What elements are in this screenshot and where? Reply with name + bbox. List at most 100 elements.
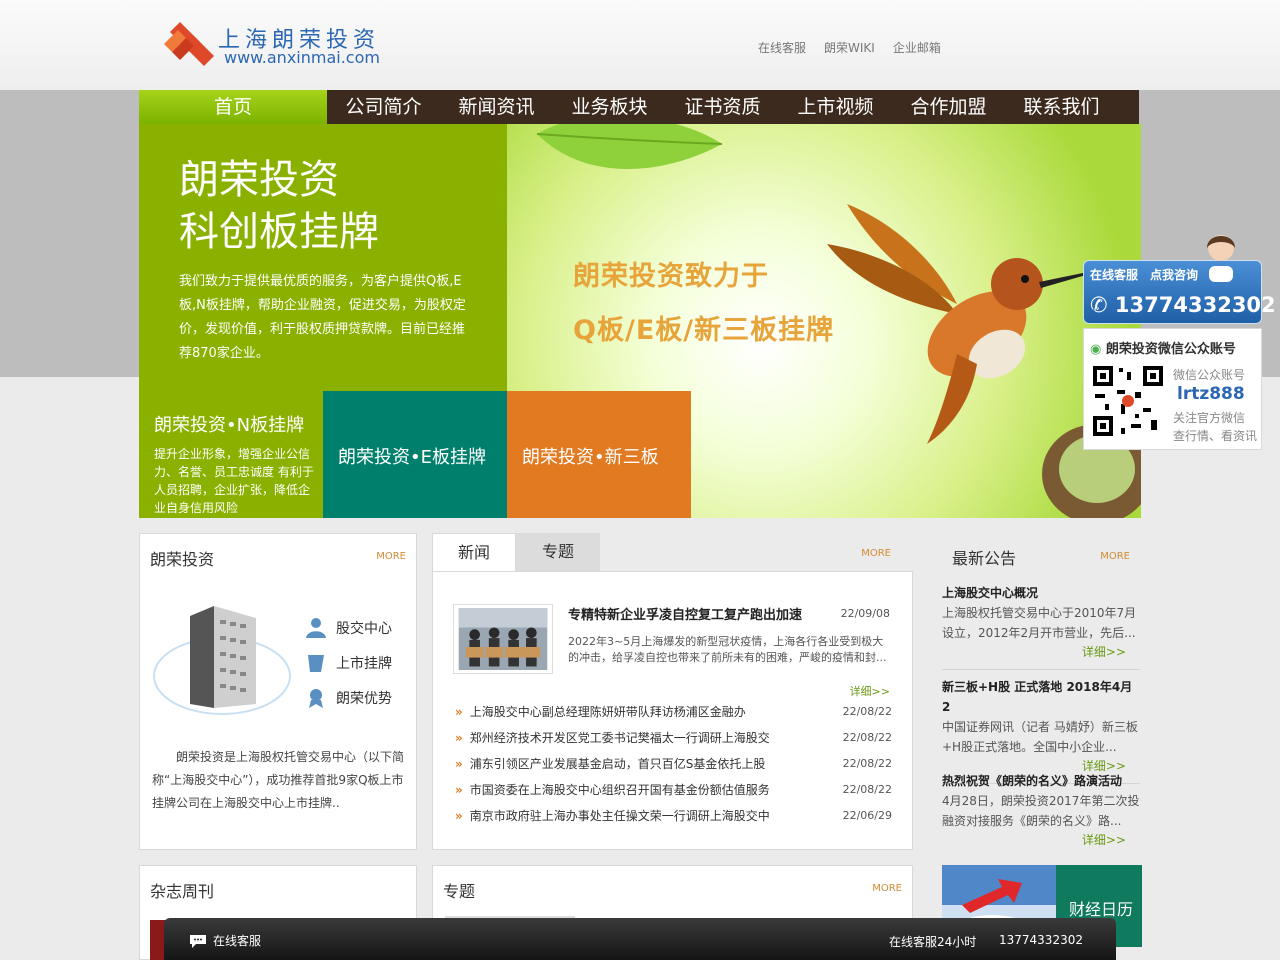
support-agent-avatar [1207,235,1235,282]
bottom-service-bar: 在线客服 在线客服24小时 13774332302 [164,918,1116,960]
news-item-title: 郑州经济技术开发区党工委书记樊福太一行调研上海股交 [469,731,770,745]
nav-franchise[interactable]: 合作加盟 [892,90,1005,124]
tile-new-third-board[interactable]: 朗荣投资•新三板 [507,391,691,518]
finance-calendar-label: 财经日历 [1069,900,1134,919]
intro-link-listing[interactable]: 上市挂牌 [305,645,392,680]
site-logo[interactable]: 上海朗荣投资 www.anxinmai.com [160,18,400,70]
side-consult-widget[interactable]: 在线客服 点我咨询 ✆ 13774332302 [1083,230,1276,326]
logo-mark-icon [164,22,214,66]
notices-more-link[interactable]: MORE [1100,551,1130,562]
featured-news-image[interactable] [453,604,553,674]
news-body: 专精特新企业孚凌自控复工复产跑出加速 22/09/08 2022年3~5月上海爆… [432,571,913,850]
company-intro-panel: 朗荣投资 MORE 股交中心 上市挂牌 朗荣优势 朗荣投资是上海股权托管交易中心… [139,533,417,850]
arrow-icon: » [455,731,463,745]
notice-item-title: 上海股交中心概况 [942,586,1039,600]
tile-n-board[interactable]: 朗荣投资•N板挂牌 提升企业形象，增强企业公信力、名誉、员工忠诚度 有利于人员招… [139,391,323,518]
hero-slogan: 朗荣投资致力于 Q板/E板/新三板挂牌 [573,250,834,358]
hero-banner: 朗荣投资致力于 Q板/E板/新三板挂牌 朗荣投资 科创板挂牌 我们致力于提供最优… [139,124,1141,518]
qr-code-image [1091,364,1165,438]
news-list-item[interactable]: » 浦东引领区产业发展基金启动，首只百亿S基金依托上股 22/08/22 [455,751,892,777]
notice-item-desc: 中国证券网讯（记者 马婧妤）新三板+H股正式落地。全国中小企业... [942,720,1138,754]
topics-more-link[interactable]: MORE [872,883,902,894]
company-intro-more-link[interactable]: MORE [376,551,406,562]
arrow-icon: » [455,705,463,719]
hero-intro: 朗荣投资 科创板挂牌 我们致力于提供最优质的服务，为客户提供Q板,E板,N板挂牌… [139,124,507,391]
nav-company[interactable]: 公司简介 [327,90,440,124]
nav-news[interactable]: 新闻资讯 [440,90,553,124]
tab-news[interactable]: 新闻 [432,533,516,572]
notice-item-desc: 上海股权托管交易中心于2010年7月设立，2012年2月开市营业，先后... [942,606,1137,640]
tab-topics[interactable]: 专题 [516,533,600,571]
latest-notices: 最新公告 MORE 上海股交中心概况 上海股权托管交易中心于2010年7月设立，… [942,533,1140,853]
bottom-service-hours: 在线客服24小时 [889,935,977,949]
hero-title-line2: 科创板挂牌 [179,209,379,255]
featured-news-title[interactable]: 专精特新企业孚凌自控复工复产跑出加速 [568,604,802,623]
nav-videos[interactable]: 上市视频 [779,90,892,124]
company-intro-text: 朗荣投资是上海股权托管交易中心（以下简称“上海股交中心”），成功推荐首批9家Q板… [152,750,405,810]
company-intro-links: 股交中心 上市挂牌 朗荣优势 [305,610,392,715]
phone-icon: ✆ [1090,293,1108,317]
nav-business[interactable]: 业务板块 [553,90,666,124]
logo-text-en: www.anxinmai.com [224,48,380,67]
top-link-email[interactable]: 企业邮箱 [893,39,941,56]
intro-link-label: 股交中心 [336,620,392,637]
intro-link-exchange-center[interactable]: 股交中心 [305,610,392,645]
wechat-title-text: 朗荣投资微信公众账号 [1105,342,1236,357]
bottom-service-phone[interactable]: 13774332302 [999,933,1083,947]
intro-link-advantages[interactable]: 朗荣优势 [305,680,392,715]
bottom-online-service-label: 在线客服 [213,934,262,948]
featured-news-desc: 2022年3~5月上海爆发的新型冠状疫情，上海各行各业受到极大的冲击，给孚凌自控… [568,635,887,664]
news-list-item[interactable]: » 南京市政府驻上海办事处主任操文荣一行调研上海股交中 22/06/29 [455,803,892,829]
news-tabs: 新闻 专题 [432,533,600,572]
arrow-icon: » [455,809,463,823]
medal-icon [309,688,323,708]
tile-e-title: 朗荣投资•E板挂牌 [338,447,486,468]
news-item-title: 南京市政府驻上海办事处主任操文荣一行调研上海股交中 [469,809,770,823]
featured-news-date: 22/09/08 [840,607,890,620]
featured-news-more-link[interactable]: 详细>> [850,683,890,699]
notice-item[interactable]: 热烈祝贺《朗荣的名义》路演活动 4月28日，朗荣投资2017年第二次投融资对接服… [942,771,1140,857]
arrow-icon: » [455,757,463,771]
intro-link-label: 朗荣优势 [336,690,392,707]
top-link-online-service[interactable]: 在线客服 [758,39,806,56]
bottom-online-service-button[interactable]: 在线客服 [188,932,261,949]
notice-item[interactable]: 新三板+H股 正式落地 2018年4月2 中国证券网讯（记者 马婧妤）新三板+H… [942,677,1140,784]
site-header: 上海朗荣投资 www.anxinmai.com 在线客服 朗荣WIKI 企业邮箱 [0,0,1280,90]
wechat-note: 关注官方微信 查行情、看资讯 [1173,409,1257,445]
chat-bubble-icon [190,934,206,948]
news-item-title: 市国资委在上海股交中心组织召开国有基金份额估值服务 [469,783,770,797]
arrow-icon: » [455,783,463,797]
news-item-date: 22/08/22 [842,783,892,796]
news-item-date: 22/08/22 [842,731,892,744]
tile-n-title: 朗荣投资•N板挂牌 [154,415,305,436]
notice-item-more-link[interactable]: 详细>> [942,831,1140,849]
notice-item-title: 热烈祝贺《朗荣的名义》路演活动 [942,774,1123,788]
news-list: » 上海股交中心副总经理陈妍妍带队拜访杨浦区金融办 22/08/22 » 郑州经济技术… [455,699,892,829]
document-icon [308,654,324,672]
main-nav: 首页 公司简介 新闻资讯 业务板块 证书资质 上市视频 合作加盟 联系我们 [139,90,1139,124]
news-list-item[interactable]: » 上海股交中心副总经理陈妍妍带队拜访杨浦区金融办 22/08/22 [455,699,892,725]
notice-item-desc: 4月28日，朗荣投资2017年第二次投融资对接服务《朗荣的名义》路... [942,794,1140,828]
nav-certificates[interactable]: 证书资质 [666,90,779,124]
nav-home[interactable]: 首页 [139,90,327,124]
news-more-link[interactable]: MORE [861,548,891,559]
news-item-date: 22/06/29 [842,809,892,822]
news-list-item[interactable]: » 郑州经济技术开发区党工委书记樊福太一行调研上海股交 22/08/22 [455,725,892,751]
notice-item[interactable]: 上海股交中心概况 上海股权托管交易中心于2010年7月设立，2012年2月开市营… [942,583,1140,670]
hero-slogan-line2: Q板/E板/新三板挂牌 [573,315,835,346]
tile-new-third-title: 朗荣投资•新三板 [522,447,659,468]
news-item-date: 22/08/22 [842,757,892,770]
magazine-title: 杂志周刊 [150,882,215,901]
notice-item-title: 新三板+H股 正式落地 2018年4月2 [942,680,1133,714]
tile-e-board[interactable]: 朗荣投资•E板挂牌 [323,391,507,518]
top-link-wiki[interactable]: 朗荣WIKI [824,39,875,56]
news-list-item[interactable]: » 市国资委在上海股交中心组织召开国有基金份额估值服务 22/08/22 [455,777,892,803]
notice-item-more-link[interactable]: 详细>> [942,643,1140,661]
nav-contact[interactable]: 联系我们 [1005,90,1118,124]
news-item-title: 浦东引领区产业发展基金启动，首只百亿S基金依托上股 [469,757,766,771]
hero-description: 我们致力于提供最优质的服务，为客户提供Q板,E板,N板挂牌，帮助企业融资，促进交… [179,274,466,361]
topics-title: 专题 [443,882,476,901]
news-item-date: 22/08/22 [842,705,892,718]
hero-title: 朗荣投资 科创板挂牌 [179,154,379,258]
wechat-icon: ◉ [1090,342,1102,357]
